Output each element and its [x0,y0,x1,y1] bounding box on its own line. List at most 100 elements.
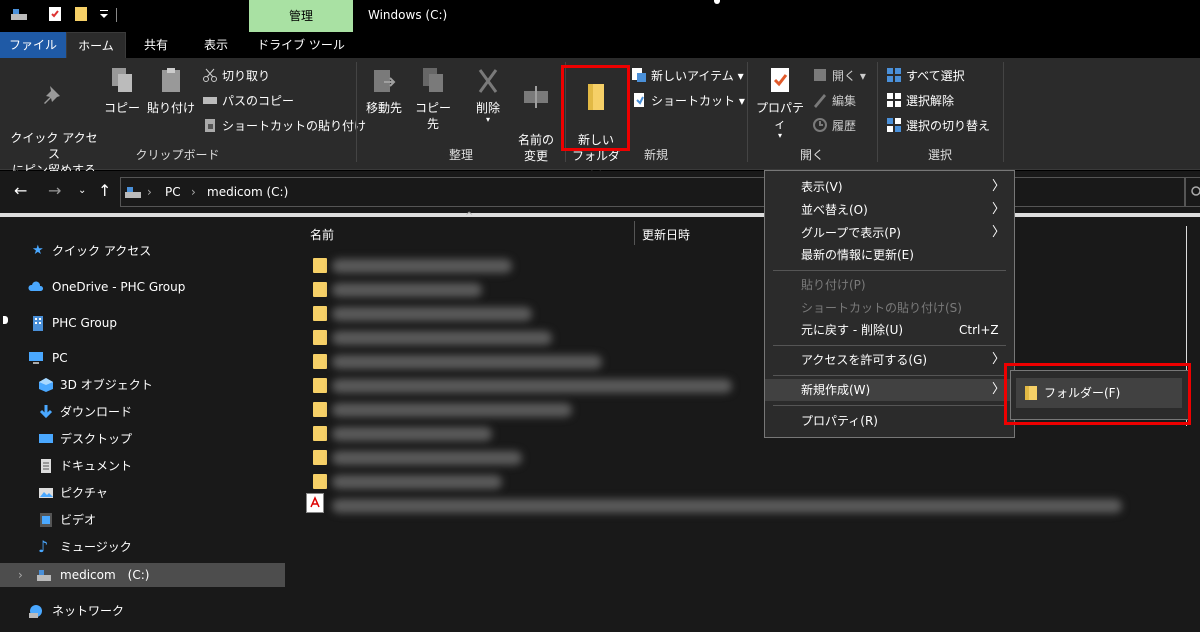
redacted-name [332,379,732,393]
copy-path-icon [203,97,217,104]
tab-drive-tools[interactable]: ドライブ ツール [249,32,353,58]
column-separator[interactable] [634,221,635,245]
open-button[interactable]: 開く ▾ [812,66,866,86]
highlight-folder-submenu [1004,363,1191,425]
nav-label: ドキュメント [60,459,133,473]
new-item-button[interactable]: 新しいアイテム ▾ [631,66,744,86]
select-all-label: すべて選択 [906,69,965,83]
customize-qat-icon[interactable] [96,6,114,22]
redacted-name [332,331,552,345]
menu-label: 表示(V) [801,180,843,194]
expand-chevron-icon[interactable]: › [18,563,23,587]
folder-icon [313,474,327,489]
properties-icon[interactable] [46,6,64,22]
invert-selection-button[interactable]: 選択の切り替え [886,116,990,136]
new-folder-qat-icon[interactable] [72,6,90,22]
menu-item-view[interactable]: 表示(V) 〉 [765,176,1014,198]
music-note-icon: ♪ [38,537,49,556]
easy-access-button[interactable]: ショートカット ▾ [631,91,745,111]
nav-documents[interactable]: ドキュメント [0,454,285,478]
breadcrumb-pc[interactable]: PC [165,178,181,206]
nav-videos[interactable]: ビデオ [0,508,285,532]
menu-separator [773,270,1006,271]
star-icon: ★ [32,243,44,258]
nav-network[interactable]: ネットワーク [0,599,285,623]
nav-onedrive[interactable]: OneDrive - PHC Group [0,275,285,299]
menu-item-new[interactable]: 新規作成(W) 〉 [765,379,1014,401]
drive-icon [125,187,141,198]
list-item[interactable] [306,493,1126,515]
tab-view[interactable]: 表示 [190,32,242,58]
breadcrumb-drive[interactable]: medicom (C:) [207,178,288,206]
list-item[interactable] [310,447,1110,469]
menu-item-refresh[interactable]: 最新の情報に更新(E) [765,244,1014,266]
copy-button[interactable]: コピー [104,66,140,116]
menu-item-undo[interactable]: 元に戻す - 削除(U) Ctrl+Z [765,319,1014,341]
recent-locations-icon[interactable]: ⌄ [78,185,86,196]
nav-pictures[interactable]: ピクチャ [0,481,285,505]
copy-path-label: パスのコピー [222,94,295,108]
folder-icon [313,306,327,321]
delete-button[interactable]: 削除 ▾ [470,66,506,124]
menu-item-sort[interactable]: 並べ替え(O) 〉 [765,199,1014,221]
column-header-name[interactable]: 名前 [310,226,334,243]
nav-quick-access[interactable]: ★ クイック アクセス [0,239,285,263]
copy-path-button[interactable]: パスのコピー [202,91,294,111]
nav-pc[interactable]: PC [0,346,285,370]
network-icon [29,605,42,618]
nav-phc-group[interactable]: PHC Group [0,311,285,335]
nav-music[interactable]: ♪ ミュージック [0,535,285,559]
tab-manage[interactable]: 管理 [249,0,353,32]
column-header-modified[interactable]: 更新日時 [642,226,690,243]
history-button[interactable]: 履歴 [812,116,856,136]
picture-icon [39,488,53,498]
address-row: ← → ⌄ ↑ › PC › medicom (C:) [0,171,1200,213]
tab-file[interactable]: ファイル [0,32,66,58]
tab-home[interactable]: ホーム [66,32,126,58]
forward-arrow-icon[interactable]: → [48,181,61,200]
menu-item-properties[interactable]: プロパティ(R) [765,410,1014,432]
redacted-name [332,499,1122,513]
back-arrow-icon[interactable]: ← [14,181,27,200]
folder-icon [313,354,327,369]
nav-downloads[interactable]: ダウンロード [0,400,285,424]
delete-dropdown-arrow[interactable]: ▾ [470,116,506,124]
cloud-icon [28,281,44,291]
new-item-label: 新しいアイテム [651,69,734,83]
copy-to-button[interactable]: コピー先 [410,66,456,132]
redacted-name [332,307,532,321]
paste-shortcut-button[interactable]: ショートカットの貼り付け [202,116,366,136]
address-bar[interactable]: › PC › medicom (C:) [120,177,1185,207]
properties-button[interactable]: プロパティ ▾ [752,66,808,140]
copy-label: コピー [104,101,141,115]
menu-item-group[interactable]: グループで表示(P) 〉 [765,222,1014,244]
nav-desktop[interactable]: デスクトップ [0,427,285,451]
pin-icon [44,86,60,104]
list-item[interactable] [310,471,1110,493]
properties-dropdown-arrow[interactable]: ▾ [752,132,808,140]
properties-check-icon [771,68,789,92]
menu-item-give-access[interactable]: アクセスを許可する(G) 〉 [765,349,1014,371]
window-title: Windows (C:) [368,8,448,22]
nav-3d-objects[interactable]: 3D オブジェクト [0,373,285,397]
select-all-button[interactable]: すべて選択 [886,66,965,86]
search-box[interactable] [1185,177,1200,207]
up-arrow-icon[interactable]: ↑ [98,181,111,200]
delete-icon [478,69,498,93]
new-item-icon [632,68,646,82]
nav-medicom-drive[interactable]: › medicom (C:) [0,563,285,587]
nav-label: ミュージック [60,540,132,554]
redacted-name [332,451,522,465]
redacted-name [332,355,602,369]
move-to-button[interactable]: 移動先 [362,66,406,116]
select-none-button[interactable]: 選択解除 [886,91,954,111]
tab-share[interactable]: 共有 [130,32,182,58]
group-separator [1003,62,1004,162]
submenu-arrow-icon: 〉 [992,225,1006,240]
ribbon-tabs: ファイル ホーム 共有 表示 ドライブ ツール [0,32,1200,58]
edit-button[interactable]: 編集 [812,91,856,111]
scissors-icon [203,68,217,82]
invert-selection-label: 選択の切り替え [906,119,991,133]
paste-button[interactable]: 貼り付け [146,66,196,116]
cut-button[interactable]: 切り取り [202,66,270,86]
